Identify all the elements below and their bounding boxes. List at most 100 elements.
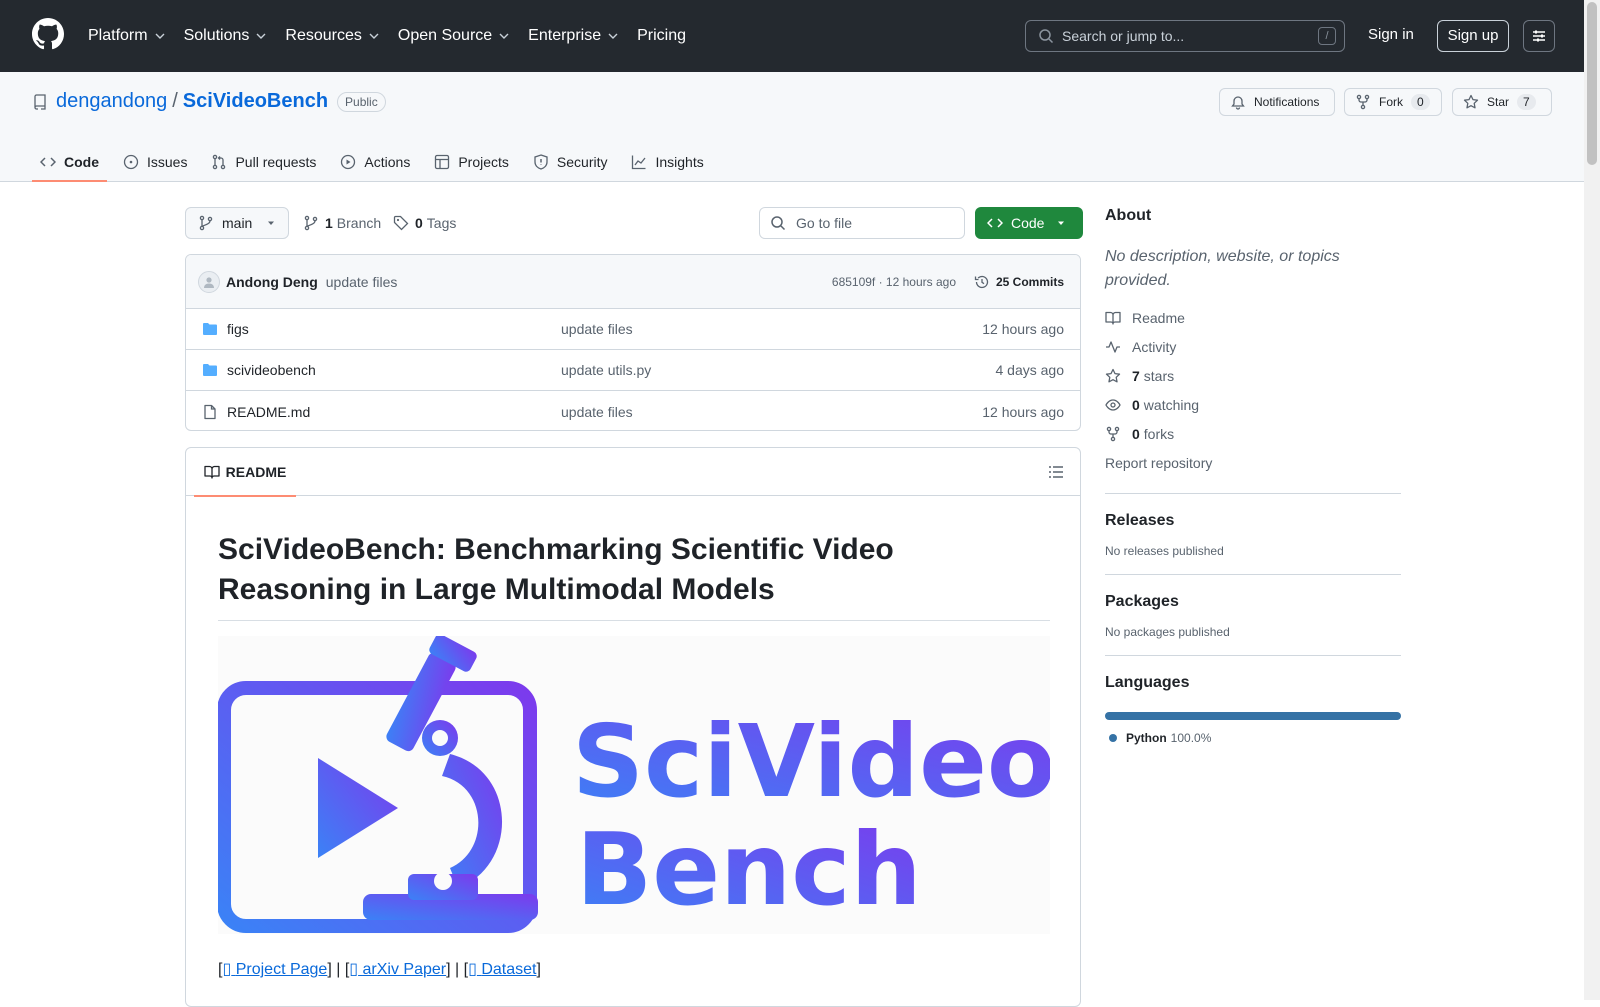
file-name[interactable]: README.md — [227, 404, 310, 420]
nav-platform[interactable]: Platform — [88, 27, 166, 45]
commit-author[interactable]: Andong Deng — [226, 274, 318, 290]
repo-title: dengandong / SciVideoBench Public — [32, 90, 386, 113]
file-row[interactable]: figs update files 12 hours ago — [186, 309, 1080, 350]
file-name[interactable]: figs — [227, 321, 249, 337]
tab-issues[interactable]: Issues — [115, 142, 195, 182]
folder-icon — [203, 364, 217, 376]
repo-name-link[interactable]: SciVideoBench — [183, 90, 328, 113]
code-button-label: Code — [1011, 215, 1045, 231]
repo-owner-link[interactable]: dengandong — [56, 90, 167, 113]
page-scrollbar[interactable] — [1584, 0, 1600, 1000]
fork-count: 0 — [1411, 94, 1430, 110]
about-links: Readme Activity 7 stars 0 watching 0 for… — [1105, 303, 1401, 477]
branch-selector[interactable]: main — [185, 207, 289, 239]
star-button[interactable]: Star 7 — [1452, 88, 1552, 116]
book-icon — [204, 465, 220, 479]
tab-insights[interactable]: Insights — [623, 142, 711, 182]
languages-section: Languages Python 100.0% — [1105, 674, 1401, 745]
language-item[interactable]: Python 100.0% — [1105, 731, 1401, 745]
divider — [1105, 574, 1401, 575]
caret-down-icon — [1058, 221, 1065, 225]
branches-link[interactable]: 1 Branch — [303, 215, 381, 231]
notifications-label: Notifications — [1254, 95, 1320, 109]
nav-solutions[interactable]: Solutions — [184, 27, 268, 45]
table-icon — [435, 154, 450, 170]
releases-title[interactable]: Releases — [1105, 512, 1401, 530]
divider — [1105, 655, 1401, 656]
dataset-link[interactable]: ▯ Dataset — [468, 961, 536, 978]
tab-code[interactable]: Code — [32, 142, 107, 182]
activity-link[interactable]: Activity — [1105, 332, 1401, 361]
sign-up-button[interactable]: Sign up — [1437, 20, 1509, 52]
link-glyph: ▯ — [222, 961, 232, 978]
tab-label: Security — [556, 154, 608, 170]
arxiv-paper-label: arXiv Paper — [362, 961, 447, 978]
project-page-label: Project Page — [235, 961, 328, 978]
tags-link[interactable]: 0 Tags — [393, 215, 456, 231]
search-shortcut-badge: / — [1318, 27, 1336, 45]
fork-icon — [1356, 94, 1370, 110]
nav-open-source[interactable]: Open Source — [398, 27, 510, 45]
file-commit-message[interactable]: update utils.py — [561, 362, 651, 378]
fork-button[interactable]: Fork 0 — [1344, 88, 1442, 116]
nav-pricing[interactable]: Pricing — [637, 27, 686, 45]
issue-icon — [123, 154, 139, 170]
nav-resources[interactable]: Resources — [285, 27, 379, 45]
file-commit-message[interactable]: update files — [561, 321, 633, 337]
visibility-badge: Public — [337, 91, 386, 112]
global-search-input[interactable]: Search or jump to... / — [1025, 20, 1345, 52]
tab-pull-requests[interactable]: Pull requests — [203, 142, 324, 182]
avatar[interactable] — [198, 270, 220, 293]
nav-label: Enterprise — [528, 27, 602, 44]
readme-tab[interactable]: README — [194, 448, 296, 497]
language-color-dot — [1109, 734, 1117, 742]
forks-link[interactable]: 0 forks — [1105, 419, 1401, 448]
project-page-link[interactable]: ▯ Project Page — [222, 961, 327, 978]
star-icon — [1463, 94, 1479, 109]
code-dropdown-button[interactable]: Code — [975, 207, 1083, 239]
file-row[interactable]: scivideobench update utils.py 4 days ago — [186, 350, 1080, 391]
branch-icon — [304, 215, 318, 231]
watching-count: 0 — [1132, 396, 1140, 413]
sign-in-link[interactable]: Sign in — [1368, 26, 1414, 43]
search-icon — [1039, 29, 1054, 44]
go-to-file-input[interactable]: Go to file — [759, 207, 965, 239]
global-nav: Platform Solutions Resources Open Source… — [88, 0, 704, 72]
commit-meta[interactable]: 685109f · 12 hours ago — [832, 275, 956, 289]
tag-label: Tags — [426, 215, 457, 231]
forks-count: 0 — [1132, 425, 1140, 442]
stars-link[interactable]: 7 stars — [1105, 361, 1401, 390]
watching-label: watching — [1143, 396, 1200, 413]
github-logo-icon[interactable] — [32, 18, 64, 50]
tab-security[interactable]: Security — [525, 142, 616, 182]
watching-link[interactable]: 0 watching — [1105, 390, 1401, 419]
readme-link[interactable]: Readme — [1105, 303, 1401, 332]
tab-label: Projects — [458, 154, 509, 170]
tag-count: 0 — [415, 215, 423, 231]
commit-message[interactable]: update files — [326, 274, 398, 290]
about-title: About — [1105, 207, 1152, 224]
tab-label: Actions — [364, 154, 411, 170]
arxiv-paper-link[interactable]: ▯ arXiv Paper — [349, 961, 446, 978]
file-commit-message[interactable]: update files — [561, 404, 633, 420]
file-name[interactable]: scivideobench — [227, 362, 316, 378]
readme-panel: README SciVideoBench: Benchmarking Scien… — [185, 447, 1081, 1007]
file-row[interactable]: README.md update files 12 hours ago — [186, 391, 1080, 430]
file-time: 4 days ago — [995, 362, 1065, 378]
nav-enterprise[interactable]: Enterprise — [528, 27, 619, 45]
tab-projects[interactable]: Projects — [426, 142, 517, 182]
go-to-file-placeholder: Go to file — [796, 215, 853, 231]
bell-icon — [1231, 96, 1245, 110]
commits-link[interactable]: 25 Commits — [974, 274, 1064, 290]
settings-menu-button[interactable] — [1523, 20, 1555, 52]
scrollbar-thumb[interactable] — [1587, 2, 1597, 165]
branch-name: main — [222, 215, 253, 231]
file-icon — [204, 404, 216, 419]
packages-section: Packages No packages published — [1105, 593, 1401, 639]
tab-actions[interactable]: Actions — [332, 142, 418, 182]
book-icon — [1105, 311, 1121, 325]
list-icon[interactable] — [1048, 464, 1064, 480]
report-repository-link[interactable]: Report repository — [1105, 448, 1401, 477]
notifications-button[interactable]: Notifications — [1219, 88, 1335, 116]
packages-title[interactable]: Packages — [1105, 593, 1401, 611]
